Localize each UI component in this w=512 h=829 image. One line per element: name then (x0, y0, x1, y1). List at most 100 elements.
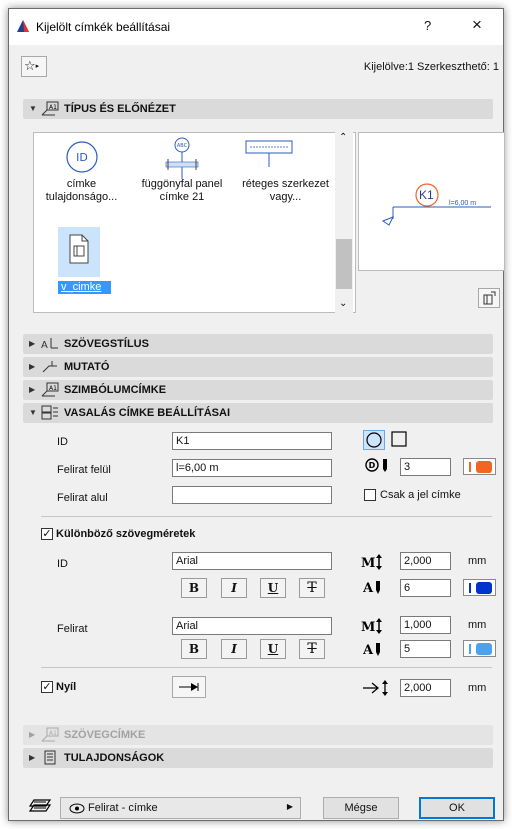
preview-length-text: l=6,00 m (449, 200, 477, 207)
preview-drawing (381, 183, 491, 226)
id-italic-button[interactable]: I (221, 578, 247, 598)
bottom-caption-input[interactable] (172, 486, 332, 504)
caption-strike-button[interactable]: T (299, 639, 325, 659)
svg-text:A1: A1 (49, 730, 57, 737)
arrow-type-icon (179, 683, 199, 691)
preview-id-text: K1 (419, 188, 434, 202)
expanded-arrow-icon: ▼ (29, 104, 37, 113)
collapsed-arrow-icon: ▶ (29, 339, 36, 348)
arrow-size-input[interactable]: 2,000 (400, 679, 451, 697)
text-pen-icon: A (363, 581, 380, 595)
section-pointer-label: MUTATÓ (64, 361, 110, 373)
section-type-preview[interactable]: ▼ A1 TÍPUS ÉS ELŐNÉZET (23, 99, 493, 119)
library-item-1[interactable]: címke tulajdonságo... (34, 178, 129, 204)
different-sizes-label: Különböző szövegméretek (56, 528, 196, 540)
text-style-icon: A (41, 338, 58, 351)
id-pen-swatch[interactable] (463, 579, 496, 596)
curtain-wall-label-thumbnail: ABC (165, 137, 199, 179)
id-size-input[interactable]: 2,000 (400, 552, 451, 570)
library-part-icon (483, 291, 496, 305)
favorites-button[interactable]: ☆▸ (21, 56, 47, 77)
cancel-button[interactable]: Mégse (323, 797, 399, 819)
scroll-down-icon[interactable]: ⌄ (339, 298, 347, 309)
collapsed-arrow-icon: ▶ (29, 730, 36, 739)
scroll-up-icon[interactable]: ⌃ (339, 132, 347, 143)
caption-size-input[interactable]: 1,000 (400, 616, 451, 634)
pen-icon: D (365, 458, 387, 472)
library-scrollbar[interactable]: ⌃ ⌄ (335, 132, 353, 313)
only-mark-checkbox[interactable] (364, 489, 376, 501)
window-title: Kijelölt címkék beállításai (36, 20, 171, 34)
composite-label-thumbnail (245, 140, 293, 167)
library-item-4[interactable]: v_cimke (58, 281, 111, 294)
label-preview: K1 l=6,00 m (358, 132, 505, 271)
star-icon: ☆ (24, 58, 36, 73)
rebar-settings-icon (41, 405, 58, 420)
square-icon (391, 431, 407, 447)
library-list[interactable]: ID címke tulajdonságo... ABC függönyfal … (33, 132, 356, 313)
svg-text:A: A (41, 340, 48, 351)
section-pointer[interactable]: ▶ MUTATÓ (23, 357, 493, 377)
section-properties[interactable]: ▶ TULAJDONSÁGOK (23, 748, 493, 768)
separator (41, 667, 492, 668)
square-shape-toggle[interactable] (389, 430, 411, 450)
section-rebar-label-label: VASALÁS CÍMKE BEÁLLÍTÁSAI (64, 407, 231, 419)
ok-button[interactable]: OK (419, 797, 495, 819)
id-pen-input[interactable]: 6 (400, 579, 451, 597)
svg-text:M: M (361, 620, 375, 634)
circle-shape-toggle[interactable] (363, 430, 385, 450)
archicad-app-icon (17, 20, 29, 32)
arrow-type-button[interactable] (172, 676, 206, 698)
id-input[interactable]: K1 (172, 432, 332, 450)
id-strike-button[interactable]: T (299, 578, 325, 598)
library-item-2[interactable]: függönyfal panel címke 21 (129, 178, 235, 204)
library-item-3[interactable]: réteges szerkezet vagy... (234, 178, 337, 204)
svg-text:A: A (363, 581, 374, 595)
id-bold-button[interactable]: B (181, 578, 207, 598)
section-text-style[interactable]: ▶ A SZÖVEGSTÍLUS (23, 334, 493, 354)
title-bar: Kijelölt címkék beállításai ? × (9, 9, 503, 45)
arrow-size-unit: mm (468, 682, 487, 694)
text-size-icon: M (361, 618, 382, 634)
expanded-arrow-icon: ▼ (29, 408, 37, 417)
section-rebar-label[interactable]: ▼ VASALÁS CÍMKE BEÁLLÍTÁSAI (23, 403, 493, 423)
top-caption-input[interactable]: l=6,00 m (172, 459, 332, 477)
layer-select[interactable]: Felirat - címke ▶ (60, 797, 301, 819)
caption-pen-input[interactable]: 5 (400, 640, 451, 658)
caption-pen-swatch[interactable] (463, 640, 496, 657)
help-button[interactable]: ? (424, 18, 431, 33)
svg-text:A: A (363, 643, 374, 657)
only-mark-label: Csak a jel címke (380, 489, 461, 501)
section-text-label: ▶ A1 SZÖVEGCÍMKE (23, 725, 493, 745)
label-type-icon: A1 (41, 101, 59, 116)
id-label: ID (57, 436, 68, 448)
id-font-input[interactable]: Arial (172, 552, 332, 570)
svg-text:ID: ID (76, 151, 88, 164)
id-underline-button[interactable]: U (260, 578, 286, 598)
properties-icon (44, 750, 56, 765)
caption-size-unit: mm (468, 619, 487, 631)
symbol-label-icon: A1 (41, 382, 59, 397)
close-button[interactable]: × (472, 15, 482, 35)
dropdown-arrow-icon: ▶ (286, 802, 293, 811)
different-sizes-checkbox[interactable]: ✓ (41, 528, 53, 540)
arrow-checkbox[interactable]: ✓ (41, 681, 53, 693)
layer-icon (28, 799, 52, 812)
pen-number-input[interactable]: 3 (400, 458, 451, 476)
caption-bold-button[interactable]: B (181, 639, 207, 659)
collapsed-arrow-icon: ▶ (29, 753, 36, 762)
id-size-unit: mm (468, 555, 487, 567)
preview-settings-button[interactable] (478, 288, 500, 308)
circle-icon (366, 432, 382, 448)
scroll-thumb[interactable] (336, 239, 352, 289)
top-caption-label: Felirat felül (57, 464, 111, 476)
section-text-style-label: SZÖVEGSTÍLUS (64, 338, 149, 350)
caption-font-input[interactable]: Arial (172, 617, 332, 635)
section-symbol-label[interactable]: ▶ A1 SZIMBÓLUMCÍMKE (23, 380, 493, 400)
caption-underline-button[interactable]: U (260, 639, 286, 659)
collapsed-arrow-icon: ▶ (29, 385, 36, 394)
section-properties-label: TULAJDONSÁGOK (64, 752, 165, 764)
pen-color-swatch[interactable] (463, 458, 496, 475)
section-type-preview-label: TÍPUS ÉS ELŐNÉZET (64, 103, 176, 115)
caption-italic-button[interactable]: I (221, 639, 247, 659)
